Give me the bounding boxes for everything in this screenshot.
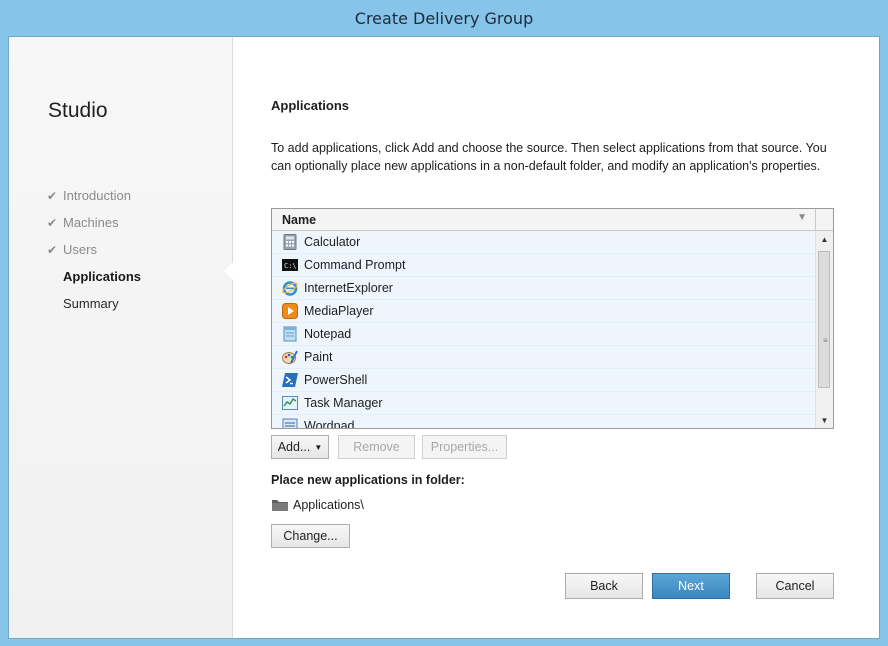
next-button[interactable]: Next — [652, 573, 730, 599]
command-prompt-icon: C:\ — [282, 257, 298, 273]
list-item[interactable]: MediaPlayer — [272, 300, 815, 323]
step-label: Machines — [63, 215, 119, 230]
wizard-steps: ✔ Introduction ✔ Machines ✔ Users Applic… — [47, 182, 141, 317]
wordpad-icon — [282, 418, 298, 428]
current-step-pointer — [224, 262, 233, 280]
wizard-sidebar: Studio ✔ Introduction ✔ Machines ✔ Users… — [9, 37, 233, 638]
notepad-icon — [282, 326, 298, 342]
applications-page: Applications To add applications, click … — [271, 37, 841, 638]
folder-label: Place new applications in folder: — [271, 473, 465, 487]
step-applications[interactable]: Applications — [47, 263, 141, 290]
applications-list[interactable]: Name ▼ Calculator C:\ Command Prompt Int… — [271, 208, 834, 429]
step-label: Summary — [63, 296, 119, 311]
cancel-button[interactable]: Cancel — [756, 573, 834, 599]
step-label: Applications — [63, 269, 142, 284]
paint-icon — [282, 349, 298, 365]
step-introduction[interactable]: ✔ Introduction — [47, 182, 141, 209]
list-item[interactable]: C:\ Command Prompt — [272, 254, 815, 277]
window-title: Create Delivery Group — [354, 8, 534, 28]
list-item[interactable]: Calculator — [272, 231, 815, 254]
scroll-up-arrow-icon[interactable]: ▲ — [816, 231, 833, 247]
list-item[interactable]: Task Manager — [272, 392, 815, 415]
calculator-icon — [282, 234, 298, 250]
list-scrollbar[interactable]: ▲ ≡ ▼ — [815, 231, 833, 428]
list-item[interactable]: InternetExplorer — [272, 277, 815, 300]
step-summary[interactable]: Summary — [47, 290, 141, 317]
powershell-icon — [282, 372, 298, 388]
scroll-down-arrow-icon[interactable]: ▼ — [816, 412, 833, 428]
grip-icon: ≡ — [823, 336, 828, 345]
add-button[interactable]: Add... ▼ — [271, 435, 329, 459]
properties-button[interactable]: Properties... — [422, 435, 507, 459]
checkmark-icon: ✔ — [47, 215, 58, 230]
task-manager-icon — [282, 395, 298, 411]
media-player-icon — [282, 303, 298, 319]
page-title: Applications — [271, 98, 350, 113]
svg-text:C:\: C:\ — [284, 262, 297, 270]
list-item[interactable]: Notepad — [272, 323, 815, 346]
step-machines[interactable]: ✔ Machines — [47, 209, 141, 236]
sort-arrow-icon: ▼ — [797, 212, 807, 223]
list-item[interactable]: Wordpad — [272, 415, 815, 428]
dialog-body: Studio ✔ Introduction ✔ Machines ✔ Users… — [8, 36, 880, 639]
checkmark-icon: ✔ — [47, 188, 58, 203]
folder-icon — [271, 498, 289, 512]
dialog-window: Create Delivery Group Studio ✔ Introduct… — [0, 0, 888, 646]
step-users[interactable]: ✔ Users — [47, 236, 141, 263]
step-label: Introduction — [63, 188, 131, 203]
list-item[interactable]: Paint — [272, 346, 815, 369]
column-header-name[interactable]: Name ▼ — [272, 209, 815, 231]
internet-explorer-icon — [282, 280, 298, 296]
step-label: Users — [63, 242, 97, 257]
list-item[interactable]: PowerShell — [272, 369, 815, 392]
folder-path: Applications\ — [271, 498, 364, 512]
remove-button[interactable]: Remove — [338, 435, 415, 459]
checkmark-icon: ✔ — [47, 242, 58, 257]
product-name: Studio — [48, 99, 108, 122]
dropdown-arrow-icon: ▼ — [314, 442, 323, 452]
scroll-thumb[interactable]: ≡ — [818, 251, 830, 388]
application-rows: Calculator C:\ Command Prompt InternetEx… — [272, 231, 815, 428]
change-folder-button[interactable]: Change... — [271, 524, 350, 548]
back-button[interactable]: Back — [565, 573, 643, 599]
page-description: To add applications, click Add and choos… — [271, 141, 827, 173]
